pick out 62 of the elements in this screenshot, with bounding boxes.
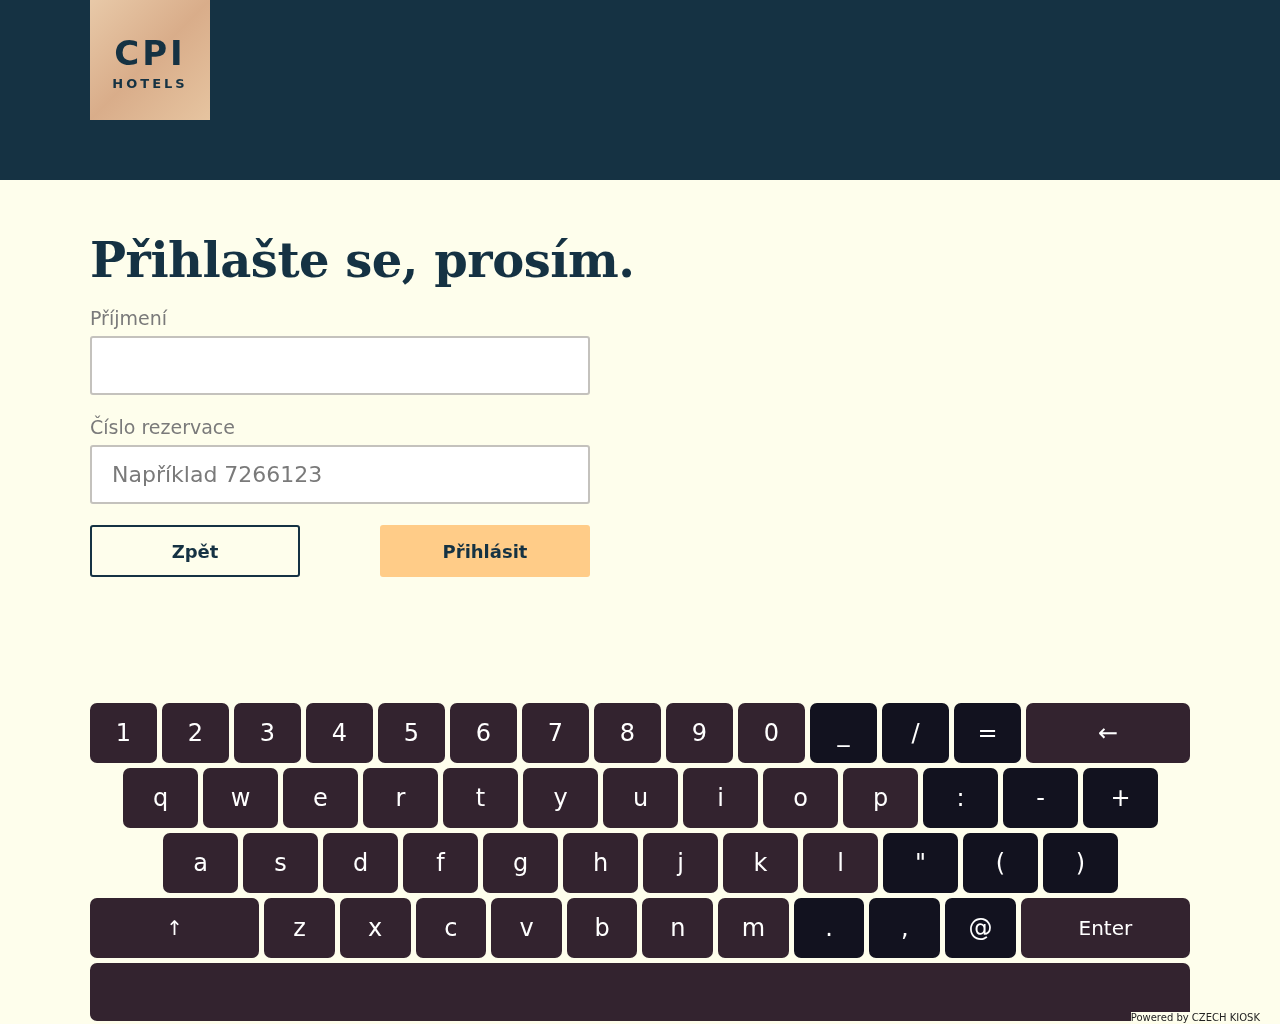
input-field[interactable]: Například 7266123 bbox=[90, 445, 590, 504]
key[interactable]: z bbox=[264, 898, 335, 958]
key[interactable]: b bbox=[566, 898, 638, 958]
key[interactable]: 2 bbox=[162, 703, 229, 763]
logo-subtitle: HOTELS bbox=[112, 75, 188, 91]
key[interactable]: u bbox=[603, 768, 678, 828]
key[interactable]: o bbox=[763, 768, 838, 828]
powered-by-text: Powered by CZECH KIOSK bbox=[1130, 1012, 1260, 1023]
key[interactable]: 1 bbox=[90, 703, 157, 763]
key[interactable]: i bbox=[683, 768, 758, 828]
key[interactable]: q bbox=[123, 768, 198, 828]
enter-key[interactable]: Enter bbox=[1020, 898, 1190, 958]
key[interactable]: m bbox=[718, 898, 789, 958]
key[interactable]: - bbox=[1003, 768, 1078, 828]
key[interactable]: : bbox=[923, 768, 998, 828]
key[interactable]: v bbox=[491, 898, 562, 958]
key[interactable]: p bbox=[843, 768, 918, 828]
key[interactable]: x bbox=[339, 898, 411, 958]
key[interactable]: t bbox=[443, 768, 518, 828]
key[interactable]: @ bbox=[945, 898, 1016, 958]
backspace-key[interactable]: ← bbox=[1026, 703, 1190, 763]
key[interactable]: 4 bbox=[306, 703, 373, 763]
key[interactable]: n bbox=[642, 898, 714, 958]
key[interactable]: = bbox=[954, 703, 1021, 763]
key[interactable]: _ bbox=[810, 703, 877, 763]
key[interactable]: l bbox=[803, 833, 878, 893]
space-bar[interactable] bbox=[90, 963, 1190, 1021]
key[interactable]: a bbox=[163, 833, 238, 893]
key[interactable]: 0 bbox=[738, 703, 805, 763]
key[interactable]: ( bbox=[963, 833, 1038, 893]
key[interactable]: e bbox=[283, 768, 358, 828]
key[interactable]: " bbox=[883, 833, 958, 893]
logo-title: CPI bbox=[114, 35, 186, 70]
key[interactable]: r bbox=[363, 768, 438, 828]
key[interactable]: . bbox=[793, 898, 865, 958]
key[interactable]: ) bbox=[1043, 833, 1118, 893]
back-button[interactable]: Zpět bbox=[90, 525, 300, 577]
key[interactable]: + bbox=[1083, 768, 1158, 828]
shift-key[interactable]: ↑ bbox=[90, 898, 260, 958]
key[interactable]: 3 bbox=[234, 703, 301, 763]
key[interactable]: c bbox=[415, 898, 487, 958]
input-field[interactable] bbox=[90, 336, 590, 395]
key[interactable]: 7 bbox=[522, 703, 589, 763]
key[interactable]: k bbox=[723, 833, 798, 893]
key[interactable]: 9 bbox=[666, 703, 733, 763]
key[interactable]: y bbox=[523, 768, 598, 828]
key[interactable]: d bbox=[323, 833, 398, 893]
key[interactable]: 6 bbox=[450, 703, 517, 763]
login-button[interactable]: Přihlásit bbox=[380, 525, 590, 577]
field-label: Číslo rezervace bbox=[90, 415, 236, 439]
key[interactable]: 8 bbox=[594, 703, 661, 763]
key[interactable]: / bbox=[882, 703, 949, 763]
page-heading: Přihlašte se, prosím. bbox=[90, 231, 636, 290]
key[interactable]: f bbox=[403, 833, 478, 893]
key[interactable]: 5 bbox=[378, 703, 445, 763]
key[interactable]: , bbox=[869, 898, 941, 958]
key[interactable]: w bbox=[203, 768, 278, 828]
field-label: Příjmení bbox=[90, 306, 169, 330]
key[interactable]: h bbox=[563, 833, 638, 893]
key[interactable]: g bbox=[483, 833, 558, 893]
key[interactable]: s bbox=[243, 833, 318, 893]
key[interactable]: j bbox=[643, 833, 718, 893]
